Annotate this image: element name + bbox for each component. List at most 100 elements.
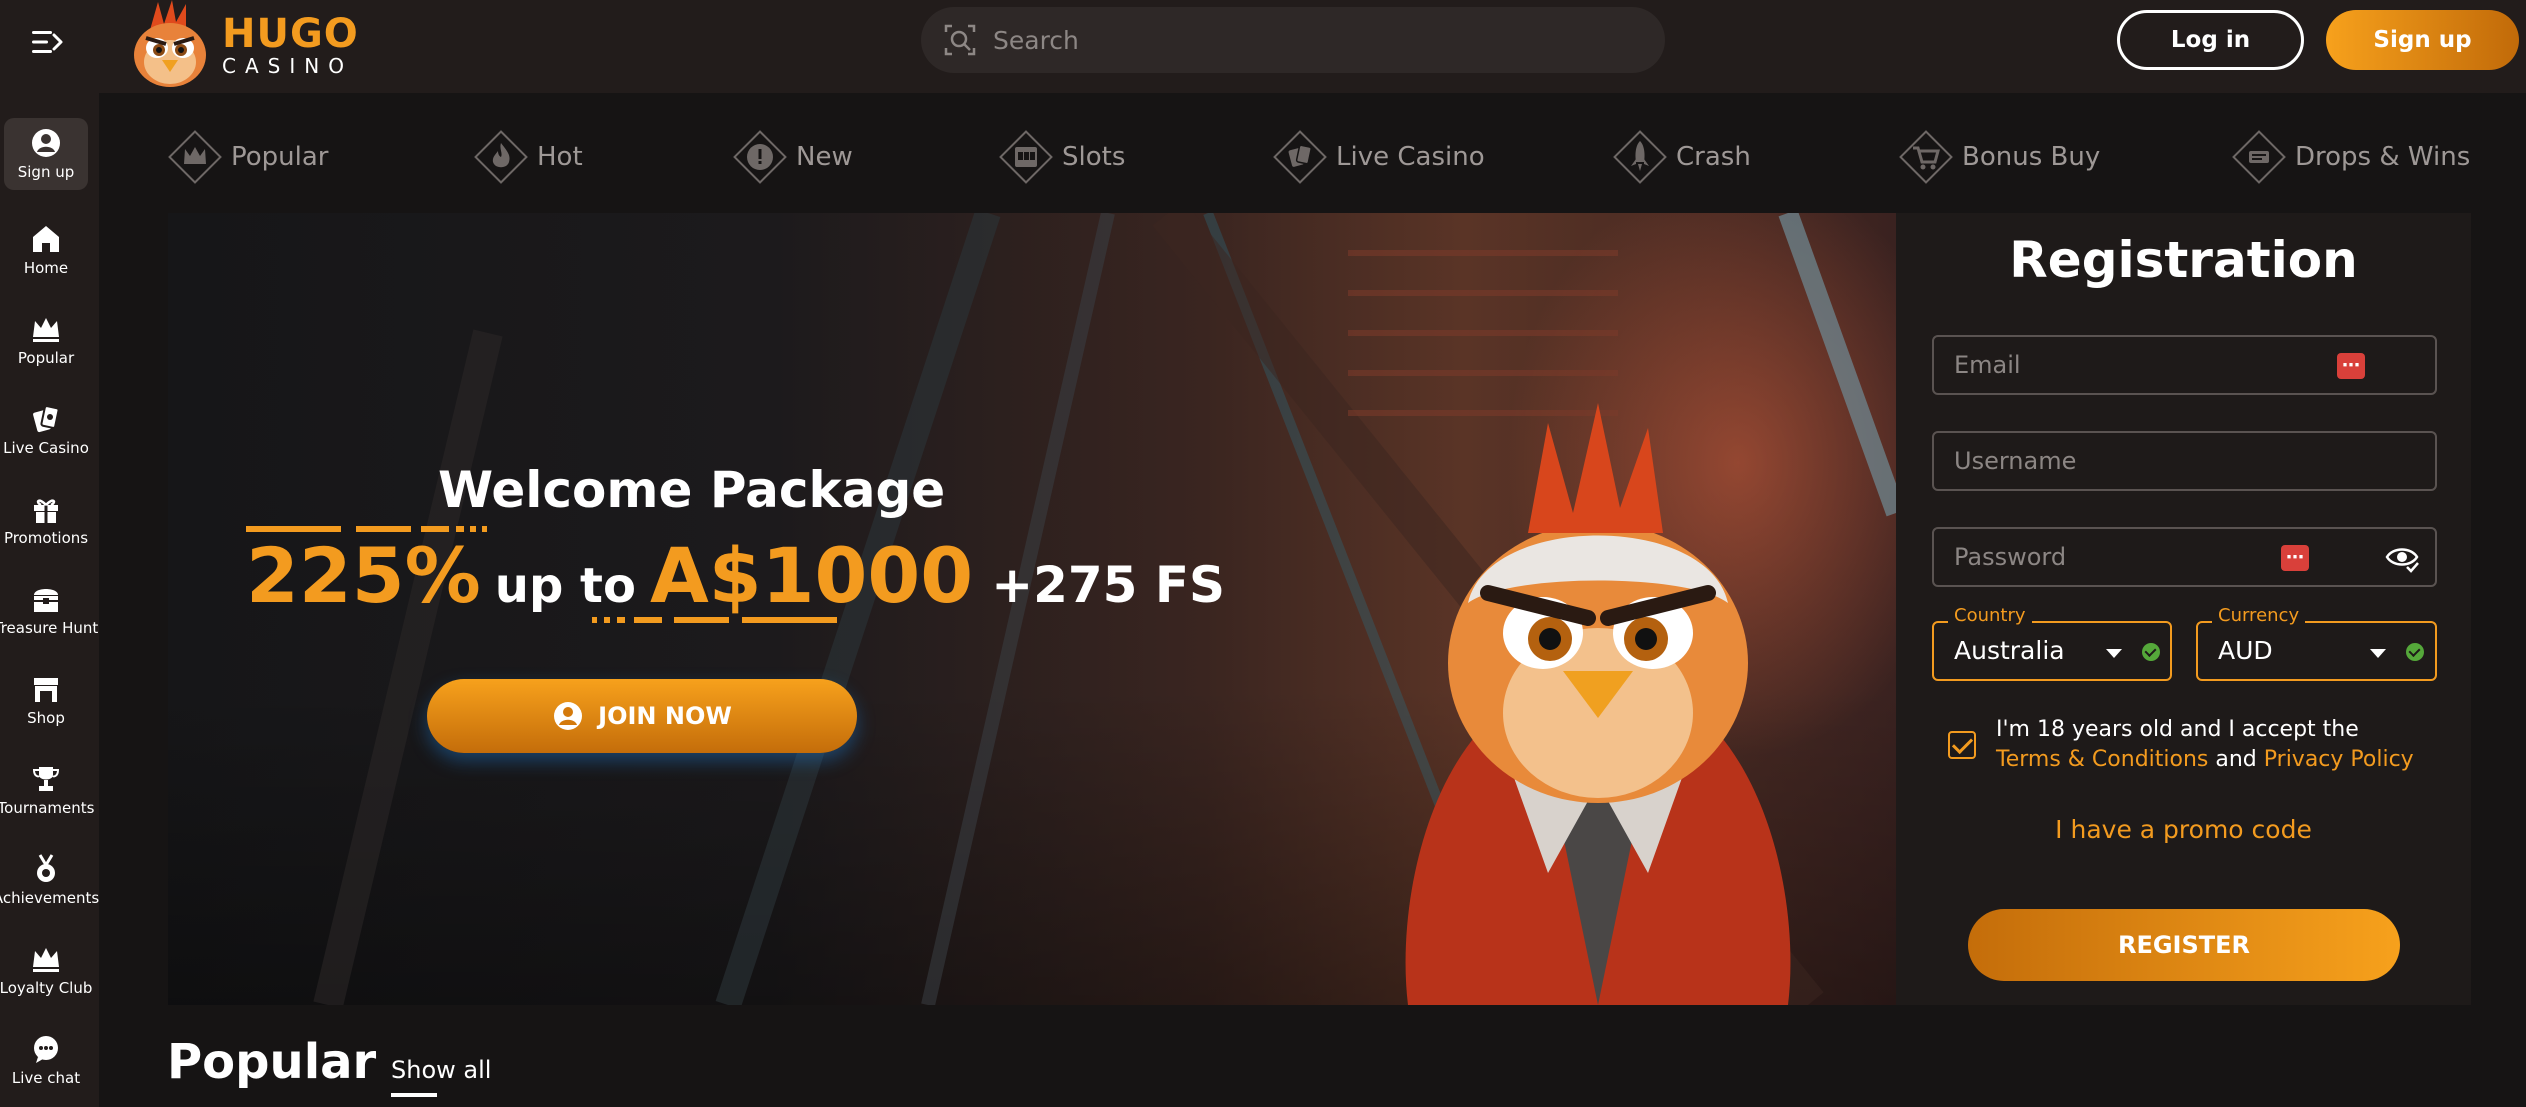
cards-icon [33,405,60,433]
category-slots[interactable]: Slots [998,127,1125,187]
promo-code-link[interactable]: I have a promo code [1896,815,2471,844]
user-circle-icon [32,129,60,157]
sidebar-item-label: Home [23,259,69,277]
sidebar: Sign up Home Popular Live Casino Promoti… [0,93,99,1107]
category-bonus-buy[interactable]: Bonus Buy [1898,127,2100,187]
privacy-link[interactable]: Privacy Policy [2264,747,2414,772]
sidebar-item-shop[interactable]: Shop [4,664,88,736]
chevron-down-icon [2106,649,2122,658]
hero-title: Welcome Package [438,461,946,519]
search-placeholder: Search [993,25,1079,55]
username-field[interactable]: Username [1932,431,2437,491]
username-placeholder: Username [1954,447,2077,475]
offer-free-spins: +275 FS [991,556,1226,614]
drops-wins-icon [2232,130,2286,184]
check-circle-icon [2142,643,2160,661]
registration-title: Registration [2009,231,2358,289]
category-live-casino[interactable]: Live Casino [1272,127,1485,187]
currency-value: AUD [2218,636,2273,665]
terms-link[interactable]: Terms & Conditions [1996,747,2208,772]
cards-icon [1273,130,1327,184]
decorative-dashes [592,617,837,623]
hero-offer: 225% up to A$1000 +275 FS [246,531,1225,620]
user-circle-icon [554,702,583,730]
logo-sub-text: CASINO [222,54,353,78]
terms-agreement-text: I'm 18 years old and I accept the Terms … [1996,715,2426,775]
join-now-label: JOIN NOW [598,702,732,730]
category-crash[interactable]: Crash [1612,127,1751,187]
country-select[interactable]: Country Australia [1932,605,2172,681]
sidebar-item-achievements[interactable]: Achievements [0,844,99,916]
category-label: Crash [1676,142,1751,172]
sidebar-item-loyalty-club[interactable]: Loyalty Club [0,934,92,1006]
category-label: New [796,142,853,172]
show-all-underline [391,1093,437,1097]
rocket-icon [1613,130,1667,184]
menu-toggle-icon[interactable] [28,22,68,62]
email-placeholder: Email [1954,351,2021,379]
logo-main-text: HUGO [222,11,359,57]
hugo-casino-logo[interactable]: HUGO CASINO [120,0,359,90]
sidebar-item-live-casino[interactable]: Live Casino [3,394,89,466]
sidebar-item-label: Live chat [11,1069,81,1087]
sidebar-item-live-chat[interactable]: Live chat [4,1024,88,1096]
category-hot[interactable]: Hot [473,127,583,187]
sidebar-item-label: Shop [27,709,65,727]
sidebar-item-treasure-hunt[interactable]: Treasure Hunt [0,574,98,646]
search-icon [944,24,976,56]
search-input[interactable]: Search [921,7,1665,73]
page-gutter [2471,213,2526,1005]
country-label: Country [1948,605,2032,626]
category-popular[interactable]: Popular [167,127,329,187]
offer-up-to: up to [494,558,636,614]
offer-percent: 225% [246,531,481,620]
age-terms-checkbox[interactable] [1948,731,1976,759]
flame-icon [474,130,528,184]
country-value: Australia [1954,636,2065,665]
sidebar-item-label: Loyalty Club [0,979,93,997]
log-in-button[interactable]: Log in [2117,10,2304,70]
medal-icon [37,854,55,882]
mascot-logo-icon [134,0,206,87]
sidebar-item-promotions[interactable]: Promotions [4,484,88,556]
cart-icon [1899,130,1953,184]
email-field[interactable]: Email ⋯ [1932,335,2437,395]
crown-icon [33,948,59,972]
sidebar-item-tournaments[interactable]: Tournaments [0,754,94,826]
category-label: Popular [231,142,329,172]
sign-up-button[interactable]: Sign up [2326,10,2519,70]
password-field[interactable]: Password ⋯ [1932,527,2437,587]
category-label: Hot [537,142,583,172]
sidebar-item-popular[interactable]: Popular [4,304,88,376]
password-manager-icon[interactable]: ⋯ [2281,545,2309,571]
join-now-button[interactable]: JOIN NOW [427,679,857,753]
category-label: Live Casino [1336,142,1485,172]
currency-select[interactable]: Currency AUD [2196,605,2437,681]
mascot-bird-illustration [1405,403,1791,1005]
agree-and: and [2215,747,2257,772]
exclamation-icon [733,130,787,184]
category-label: Drops & Wins [2295,142,2471,172]
sidebar-item-label: Achievements [0,889,100,907]
top-bar: HUGO CASINO Search Log in Sign up [0,0,2526,93]
password-placeholder: Password [1954,543,2067,571]
gift-icon [34,499,58,523]
show-password-icon[interactable] [2385,543,2419,573]
register-button[interactable]: REGISTER [1968,909,2400,981]
sidebar-item-label: Promotions [3,529,89,547]
password-manager-icon[interactable]: ⋯ [2337,353,2365,379]
sidebar-item-home[interactable]: Home [4,214,88,286]
crown-icon [168,130,222,184]
show-all-link[interactable]: Show all [391,1056,491,1084]
sidebar-item-label: Treasure Hunt [0,619,99,637]
section-title: Popular [167,1034,377,1090]
sidebar-item-label: Sign up [17,163,75,181]
sidebar-item-label: Live Casino [3,439,89,457]
hero-banner: Welcome Package 225% up to A$1000 +275 F… [168,213,1896,1005]
category-drops-wins[interactable]: Drops & Wins [2231,127,2470,187]
category-new[interactable]: New [732,127,853,187]
sidebar-item-sign-up[interactable]: Sign up [4,118,88,190]
check-circle-icon [2406,643,2424,661]
chevron-down-icon [2370,649,2386,658]
category-label: Slots [1062,142,1126,172]
